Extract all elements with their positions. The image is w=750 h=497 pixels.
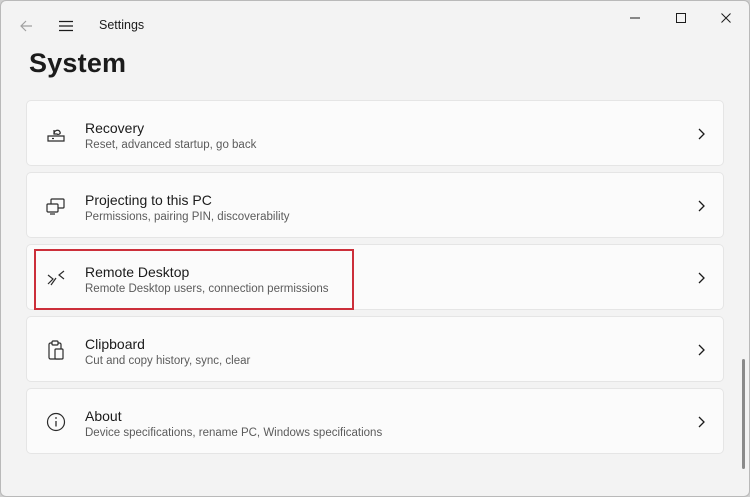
settings-item-description: Reset, advanced startup, go back — [85, 139, 257, 151]
settings-item-remote-desktop[interactable]: Remote Desktop Remote Desktop users, con… — [26, 244, 724, 310]
app-title: Settings — [99, 18, 145, 32]
settings-item-description: Device specifications, rename PC, Window… — [85, 427, 383, 439]
scrollbar[interactable] — [742, 359, 745, 469]
info-icon — [44, 410, 68, 434]
settings-item-clipboard[interactable]: Clipboard Cut and copy history, sync, cl… — [26, 316, 724, 382]
chevron-right-icon — [693, 125, 709, 143]
back-button[interactable] — [13, 13, 39, 39]
minimize-button[interactable] — [612, 1, 658, 35]
close-icon — [721, 13, 731, 23]
chevron-right-icon — [693, 413, 709, 431]
recovery-icon — [44, 122, 68, 146]
minimize-icon — [630, 17, 640, 19]
settings-item-description: Remote Desktop users, connection permiss… — [85, 283, 329, 295]
clipboard-icon — [44, 338, 68, 362]
projecting-icon — [44, 194, 68, 218]
settings-item-label: Projecting to this PC — [85, 192, 212, 208]
chevron-right-icon — [693, 341, 709, 359]
title-bar: Settings — [1, 1, 749, 41]
maximize-icon — [676, 13, 686, 23]
back-arrow-icon — [20, 20, 32, 32]
settings-item-description: Permissions, pairing PIN, discoverabilit… — [85, 211, 290, 223]
settings-item-label: About — [85, 408, 122, 424]
maximize-button[interactable] — [658, 1, 704, 35]
hamburger-icon — [59, 20, 73, 32]
settings-item-label: Recovery — [85, 120, 145, 136]
settings-item-description: Cut and copy history, sync, clear — [85, 355, 251, 367]
page-title: System — [29, 48, 127, 78]
navigation-menu-button[interactable] — [53, 13, 79, 39]
remote-desktop-icon — [44, 266, 68, 290]
chevron-right-icon — [693, 269, 709, 287]
settings-item-about[interactable]: About Device specifications, rename PC, … — [26, 388, 724, 454]
settings-item-label: Remote Desktop — [85, 264, 190, 280]
settings-item-projecting[interactable]: Projecting to this PC Permissions, pairi… — [26, 172, 724, 238]
chevron-right-icon — [693, 197, 709, 215]
settings-item-label: Clipboard — [85, 336, 145, 352]
settings-item-recovery[interactable]: Recovery Reset, advanced startup, go bac… — [26, 100, 724, 166]
settings-window: Settings System Recovery Reset, advanced… — [0, 0, 750, 497]
close-button[interactable] — [703, 1, 749, 35]
